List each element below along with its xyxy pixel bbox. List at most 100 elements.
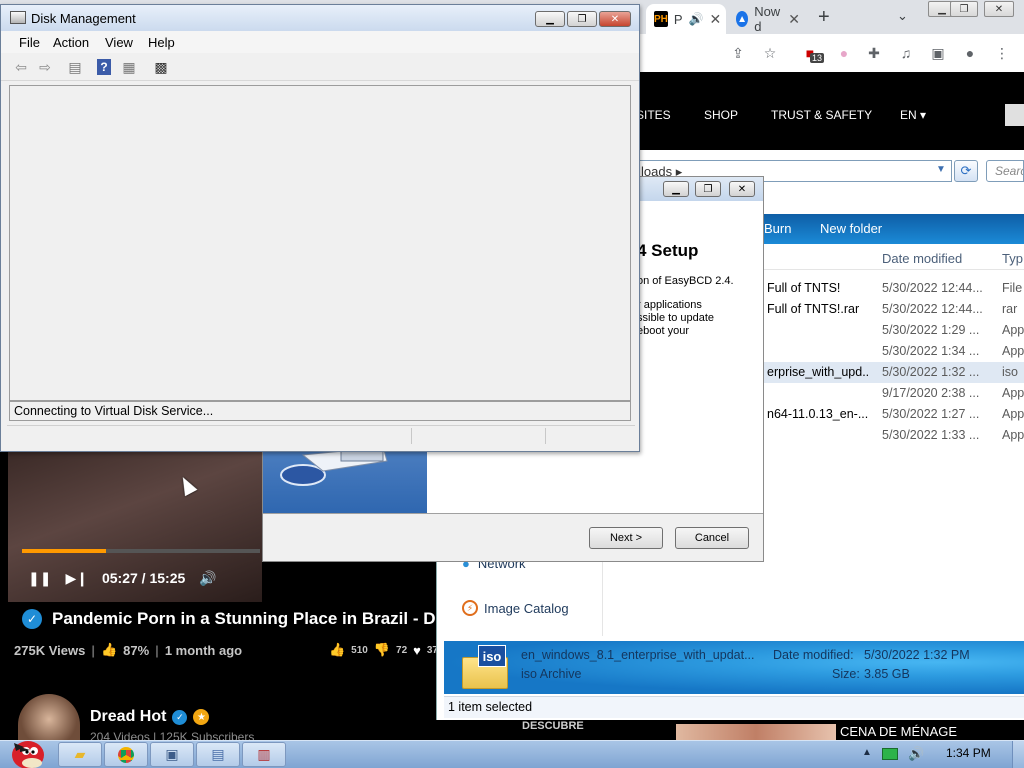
setup-text-line: ssible to update — [637, 312, 715, 324]
file-date: 5/30/2022 1:29 ... — [882, 323, 980, 337]
next-button[interactable]: Next > — [589, 527, 663, 549]
nav-language[interactable]: EN ▾ — [900, 108, 926, 122]
promo-title[interactable]: CENA DE MÉNAGE — [840, 724, 957, 739]
channel-name[interactable]: Dread Hot — [90, 708, 166, 726]
file-row[interactable]: 9/17/2020 2:38 ... App — [762, 383, 1024, 404]
refresh-icon[interactable]: ⟳ — [954, 160, 978, 182]
action-pane-icon[interactable]: ▩ — [151, 57, 171, 77]
close-tab-icon[interactable]: ✕ — [710, 11, 722, 28]
close-tab-icon[interactable]: ✕ — [788, 11, 800, 28]
help-icon[interactable]: ? — [97, 59, 111, 75]
search-input[interactable]: Search — [986, 160, 1024, 182]
dislike-icon[interactable]: 👎 — [374, 642, 390, 658]
volume-icon[interactable]: 🔊 — [908, 746, 924, 762]
pause-icon[interactable]: ❚❚ — [28, 570, 51, 587]
console-tree-icon[interactable]: ▤ — [65, 57, 85, 77]
menu-action[interactable]: Action — [53, 35, 89, 50]
chevron-down-icon[interactable]: ⌄ — [897, 8, 908, 24]
profile-icon[interactable]: ● — [960, 43, 980, 63]
video-time-total: 15:25 — [149, 570, 186, 586]
close-button[interactable]: ✕ — [729, 181, 755, 197]
heart-icon[interactable]: ♥ — [413, 643, 421, 658]
close-button[interactable]: ✕ — [984, 1, 1014, 17]
details-size-label: Size: — [832, 667, 860, 681]
address-dropdown-icon[interactable]: ▼ — [936, 164, 946, 175]
properties-icon[interactable]: ▦ — [119, 57, 139, 77]
file-row[interactable]: 5/30/2022 1:33 ... App — [762, 425, 1024, 446]
menu-view[interactable]: View — [105, 35, 133, 50]
browser-tab-ph[interactable]: PH P 🔊 ✕ — [646, 4, 726, 34]
new-tab-icon[interactable]: + — [818, 6, 830, 29]
cancel-button[interactable]: Cancel — [675, 527, 749, 549]
setup-text-line: on of EasyBCD 2.4. — [637, 275, 734, 287]
burn-button[interactable]: Burn — [764, 221, 791, 236]
file-date: 5/30/2022 12:44... — [882, 302, 983, 316]
like-icon[interactable]: 👍 — [329, 642, 345, 658]
show-desktop-button[interactable] — [1012, 741, 1024, 768]
menu-help[interactable]: Help — [148, 35, 175, 50]
puzzle-icon[interactable]: ✚ — [864, 43, 884, 63]
pride-icon[interactable]: ● — [834, 43, 854, 63]
forward-arrow-icon[interactable]: ⇨ — [35, 57, 55, 77]
file-type: App — [1002, 386, 1024, 400]
taskbar-explorer[interactable]: ▰ — [58, 742, 102, 767]
show-hidden-icons-icon[interactable]: ▲ — [862, 747, 872, 758]
restore-button[interactable]: ❐ — [950, 1, 978, 17]
file-row[interactable]: erprise_with_upd... 5/30/2022 1:32 ... iso — [762, 362, 1024, 383]
nav-shop[interactable]: SHOP — [704, 108, 738, 122]
media-icon[interactable]: ♫ — [896, 43, 916, 63]
file-row[interactable]: 5/30/2022 1:29 ... App — [762, 320, 1024, 341]
like-count: 510 — [351, 644, 368, 656]
nav-trust[interactable]: TRUST & SAFETY — [771, 108, 872, 122]
file-row[interactable]: n64-11.0.13_en-... 5/30/2022 1:27 ... App — [762, 404, 1024, 425]
star-icon[interactable]: ☆ — [760, 43, 780, 63]
sidepanel-icon[interactable]: ▣ — [928, 43, 948, 63]
file-name: n64-11.0.13_en-... — [767, 407, 869, 421]
status-segment — [411, 428, 412, 444]
network-tray-icon[interactable] — [882, 748, 898, 760]
extension-badge-icon[interactable]: ■ 13 — [800, 43, 825, 63]
video-progress-bar[interactable] — [22, 549, 260, 553]
file-date: 9/17/2020 2:38 ... — [882, 386, 980, 400]
minimize-button[interactable]: ▁ — [535, 11, 565, 27]
file-row[interactable]: Full of TNTS! 5/30/2022 12:44... File — [762, 278, 1024, 299]
close-button[interactable]: ✕ — [599, 11, 631, 27]
column-date-modified[interactable]: Date modified — [882, 251, 962, 266]
extension-badge-count: 13 — [810, 53, 825, 63]
browser-tab-now[interactable]: ▲ Now d ✕ — [728, 4, 808, 34]
kebab-icon[interactable]: ⋮ — [992, 43, 1012, 63]
file-row[interactable]: Full of TNTS!.rar 5/30/2022 12:44... rar — [762, 299, 1024, 320]
file-date: 5/30/2022 12:44... — [882, 281, 983, 295]
iso-file-icon: iso — [462, 645, 508, 689]
column-type[interactable]: Typ — [1002, 251, 1023, 266]
taskbar-disk-management[interactable]: ▥ — [242, 742, 286, 767]
share-icon[interactable]: ⇪ — [728, 43, 748, 63]
promo-thumbnail[interactable] — [676, 724, 836, 740]
dm-titlebar[interactable]: Disk Management ▁ ❐ ✕ — [1, 5, 639, 31]
taskbar-setup[interactable]: ▤ — [196, 742, 240, 767]
file-row[interactable]: 5/30/2022 1:34 ... App — [762, 341, 1024, 362]
minimize-button[interactable]: ▁ — [663, 181, 689, 197]
nav-sites[interactable]: SITES — [636, 108, 671, 122]
restore-button[interactable]: ❐ — [695, 181, 721, 197]
volume-icon[interactable]: 🔊 — [199, 570, 216, 587]
next-icon[interactable]: ▶❙ — [65, 570, 88, 587]
menu-file[interactable]: File — [19, 35, 40, 50]
audio-icon[interactable]: 🔊 — [689, 12, 704, 26]
scrollbar[interactable] — [1005, 104, 1024, 126]
new-folder-button[interactable]: New folder — [820, 221, 882, 236]
taskbar-network[interactable]: ▣ — [150, 742, 194, 767]
clock[interactable]: 1:34 PM — [946, 746, 991, 760]
restore-button[interactable]: ❐ — [567, 11, 597, 27]
video-title[interactable]: Pandemic Porn in a Stunning Place in Bra… — [52, 609, 436, 629]
back-arrow-icon[interactable]: ⇦ — [11, 57, 31, 77]
taskbar-chrome[interactable] — [104, 742, 148, 767]
setup-logo-icon — [280, 446, 388, 486]
video-progress-fill — [22, 549, 106, 553]
promo-label[interactable]: DESCUBRE — [522, 720, 610, 740]
nav-image-catalog[interactable]: ⚡ Image Catalog — [462, 600, 569, 616]
file-type: App — [1002, 344, 1024, 358]
file-type: App — [1002, 323, 1024, 337]
verified-icon: ✓ — [22, 609, 42, 629]
start-button-icon[interactable] — [6, 733, 48, 768]
